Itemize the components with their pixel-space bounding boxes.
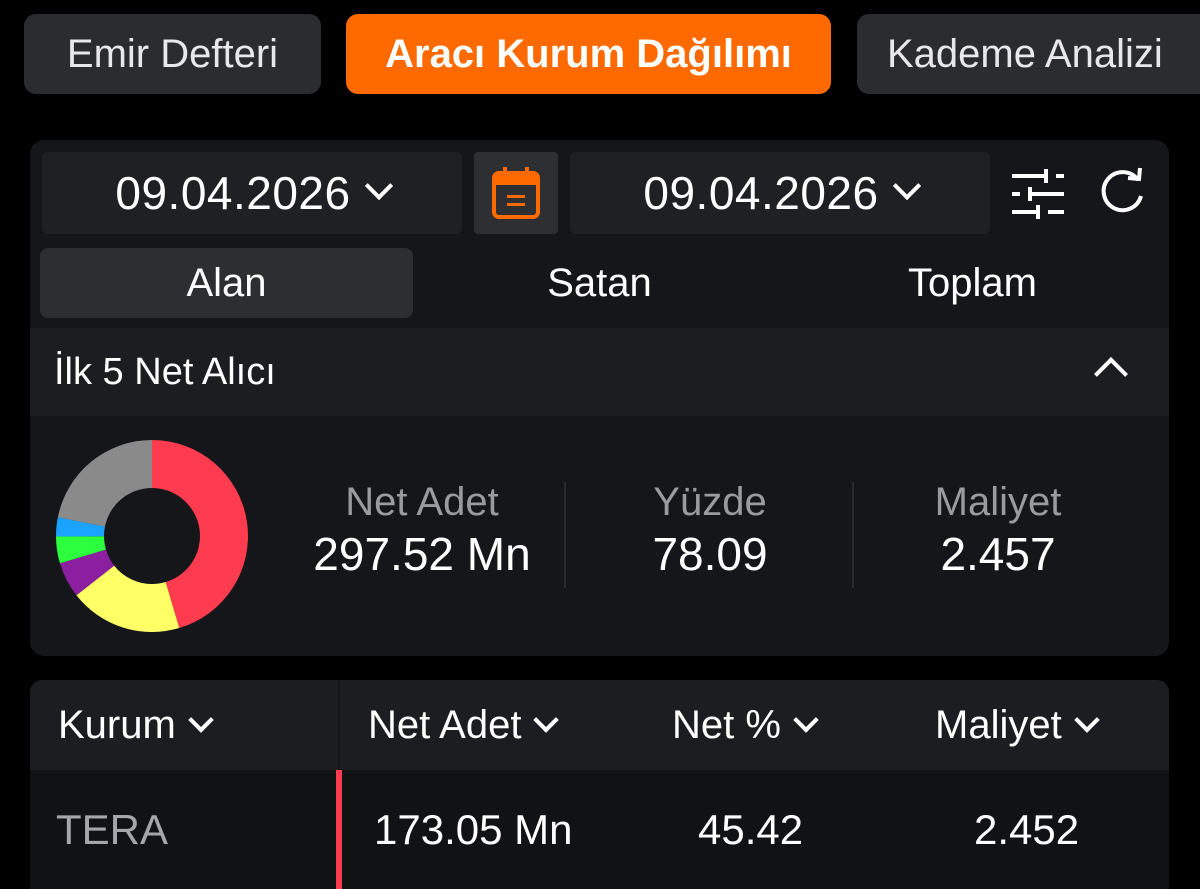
column-header-net-pct[interactable]: Net % bbox=[672, 680, 819, 770]
chevron-down-icon bbox=[533, 707, 560, 733]
table-header: Kurum Net Adet Net % Maliyet bbox=[30, 680, 1169, 770]
column-label: Maliyet bbox=[935, 702, 1062, 747]
maliyet-stat: Maliyet 2.457 bbox=[868, 480, 1128, 581]
yuzde-stat: Yüzde 78.09 bbox=[580, 480, 840, 581]
maliyet-value: 2.457 bbox=[940, 528, 1056, 580]
maliyet-label: Maliyet bbox=[934, 480, 1062, 524]
cell-net-pct: 45.42 bbox=[698, 805, 804, 853]
column-header-net-adet[interactable]: Net Adet bbox=[368, 680, 560, 770]
donut-slice-5 bbox=[57, 440, 153, 527]
tab-araci-kurum-dagilimi[interactable]: Aracı Kurum Dağılımı bbox=[346, 14, 831, 94]
end-date-value: 09.04.2026 bbox=[643, 167, 879, 219]
cell-kurum: TERA bbox=[56, 805, 169, 853]
section-title: İlk 5 Net Alıcı bbox=[54, 350, 276, 393]
broker-donut-chart bbox=[56, 440, 248, 632]
net-adet-value: 297.52 Mn bbox=[313, 528, 531, 580]
yuzde-value: 78.09 bbox=[652, 528, 768, 580]
column-label: Kurum bbox=[58, 702, 176, 747]
row-color-indicator bbox=[336, 770, 342, 889]
cell-net-adet: 173.05 Mn bbox=[374, 805, 573, 853]
segment-alan[interactable]: Alan bbox=[40, 248, 413, 318]
top5-net-buyer-header[interactable]: İlk 5 Net Alıcı bbox=[30, 328, 1169, 416]
start-date-picker[interactable]: 09.04.2026 bbox=[42, 152, 462, 234]
tab-kademe-analizi[interactable]: Kademe Analizi bbox=[857, 14, 1200, 94]
segment-toplam[interactable]: Toplam bbox=[786, 248, 1159, 318]
stat-divider bbox=[564, 482, 566, 588]
tab-emir-defteri[interactable]: Emir Defteri bbox=[24, 14, 321, 94]
column-header-kurum[interactable]: Kurum bbox=[58, 680, 214, 770]
broker-distribution-panel: 09.04.2026 09.04.2026 Alan Satan Toplam … bbox=[30, 140, 1169, 656]
chevron-down-icon bbox=[364, 171, 393, 201]
net-adet-label: Net Adet bbox=[345, 480, 499, 524]
cell-maliyet: 2.452 bbox=[974, 805, 1080, 853]
column-label: Net % bbox=[672, 702, 781, 747]
chevron-down-icon bbox=[892, 171, 921, 201]
chevron-down-icon bbox=[188, 707, 214, 733]
chevron-up-icon[interactable] bbox=[1094, 357, 1128, 391]
calendar-icon bbox=[492, 167, 540, 219]
yuzde-label: Yüzde bbox=[653, 480, 767, 524]
column-header-maliyet[interactable]: Maliyet bbox=[935, 680, 1100, 770]
end-date-picker[interactable]: 09.04.2026 bbox=[570, 152, 990, 234]
stat-divider bbox=[852, 482, 854, 588]
segment-satan[interactable]: Satan bbox=[413, 248, 786, 318]
column-divider bbox=[338, 680, 340, 770]
net-adet-stat: Net Adet 297.52 Mn bbox=[292, 480, 552, 581]
chevron-down-icon bbox=[793, 707, 819, 733]
column-label: Net Adet bbox=[368, 702, 522, 747]
sliders-icon[interactable] bbox=[1010, 168, 1066, 220]
start-date-value: 09.04.2026 bbox=[115, 167, 351, 219]
chevron-down-icon bbox=[1073, 707, 1100, 733]
table-row[interactable]: TERA 173.05 Mn 45.42 2.452 bbox=[30, 770, 1169, 889]
refresh-icon[interactable] bbox=[1098, 166, 1146, 218]
calendar-button[interactable] bbox=[474, 152, 558, 234]
